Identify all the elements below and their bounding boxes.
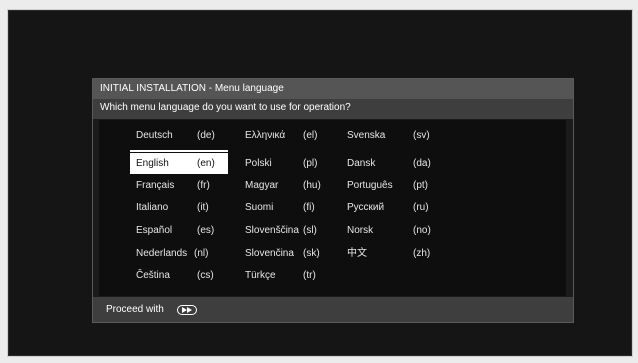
language-name: Slovenščina <box>245 225 299 236</box>
language-code: (pl) <box>303 158 318 169</box>
language-name: Nederlands <box>136 248 188 259</box>
language-option-it[interactable]: Italiano (it) <box>130 197 228 218</box>
fast-forward-icon <box>177 305 197 315</box>
language-name: Русский <box>347 202 385 213</box>
language-name: Norsk <box>347 225 374 236</box>
language-code: (cs) <box>197 270 214 281</box>
language-option-fi[interactable]: Suomi (fi) <box>239 197 331 218</box>
language-option-tr[interactable]: Türkçe (tr) <box>239 265 331 286</box>
language-code: (de) <box>197 130 215 141</box>
language-option-da[interactable]: Dansk (da) <box>341 153 441 174</box>
language-code: (da) <box>413 158 431 169</box>
language-option-pt[interactable]: Português (pt) <box>341 175 441 196</box>
language-code: (no) <box>413 225 431 236</box>
language-code: (sk) <box>303 248 320 259</box>
language-name: Suomi <box>245 202 274 213</box>
language-name: Ελληνικά <box>245 130 286 141</box>
dialog-question: Which menu language do you want to use f… <box>93 99 573 119</box>
language-name: Slovenčina <box>245 248 294 259</box>
language-name: Italiano <box>136 202 169 213</box>
language-option-en[interactable]: English (en) <box>130 153 228 174</box>
language-code: (pt) <box>413 180 428 191</box>
language-code: (hu) <box>303 180 321 191</box>
language-code: (fi) <box>303 202 315 213</box>
language-code: (sl) <box>303 225 317 236</box>
dialog-title: INITIAL INSTALLATION - Menu language <box>93 79 573 99</box>
language-code: (sv) <box>413 130 430 141</box>
language-name: Español <box>136 225 173 236</box>
language-option-zh[interactable]: 中文 (zh) <box>341 243 441 264</box>
language-code: (fr) <box>197 180 210 191</box>
language-code: (es) <box>197 225 215 236</box>
language-code: (tr) <box>303 270 316 281</box>
language-name: Deutsch <box>136 130 173 141</box>
language-option-cs[interactable]: Čeština (cs) <box>130 265 228 286</box>
language-option-sl[interactable]: Slovenščina (sl) <box>239 220 331 241</box>
language-code: (el) <box>303 130 318 141</box>
language-name: Čeština <box>136 270 170 281</box>
language-list: Deutsch (de) English (en) Français (fr) … <box>99 120 566 296</box>
language-option-el[interactable]: Ελληνικά (el) <box>239 125 331 146</box>
language-code: (zh) <box>413 248 431 259</box>
dialog-footer: Proceed with <box>93 297 573 322</box>
language-option-hu[interactable]: Magyar (hu) <box>239 175 331 196</box>
language-name: Dansk <box>347 158 376 169</box>
language-option-no[interactable]: Norsk (no) <box>341 220 441 241</box>
language-name: Svenska <box>347 130 386 141</box>
language-name: Magyar <box>245 180 279 191</box>
language-option-sv[interactable]: Svenska (sv) <box>341 125 441 146</box>
language-name: Polski <box>245 158 272 169</box>
language-code: (it) <box>197 202 209 213</box>
language-option-fr[interactable]: Français (fr) <box>130 175 228 196</box>
tv-screen: INITIAL INSTALLATION - Menu language Whi… <box>8 10 632 356</box>
language-option-nl[interactable]: Nederlands (nl) <box>130 243 228 264</box>
language-name: 中文 <box>347 248 367 259</box>
menu-language-dialog: INITIAL INSTALLATION - Menu language Whi… <box>92 78 574 323</box>
language-name: Português <box>347 180 393 191</box>
language-code: (ru) <box>413 202 429 213</box>
language-name: Türkçe <box>245 270 276 281</box>
selection-indicator <box>130 150 228 152</box>
language-option-ru[interactable]: Русский (ru) <box>341 197 441 218</box>
language-option-pl[interactable]: Polski (pl) <box>239 153 331 174</box>
language-code: (en) <box>197 158 215 169</box>
language-option-de[interactable]: Deutsch (de) <box>130 125 228 146</box>
language-code: (nl) <box>194 248 209 259</box>
language-name: Français <box>136 180 175 191</box>
language-option-es[interactable]: Español (es) <box>130 220 228 241</box>
language-option-sk[interactable]: Slovenčina (sk) <box>239 243 331 264</box>
proceed-label: Proceed with <box>106 304 164 315</box>
language-name: English <box>136 158 169 169</box>
